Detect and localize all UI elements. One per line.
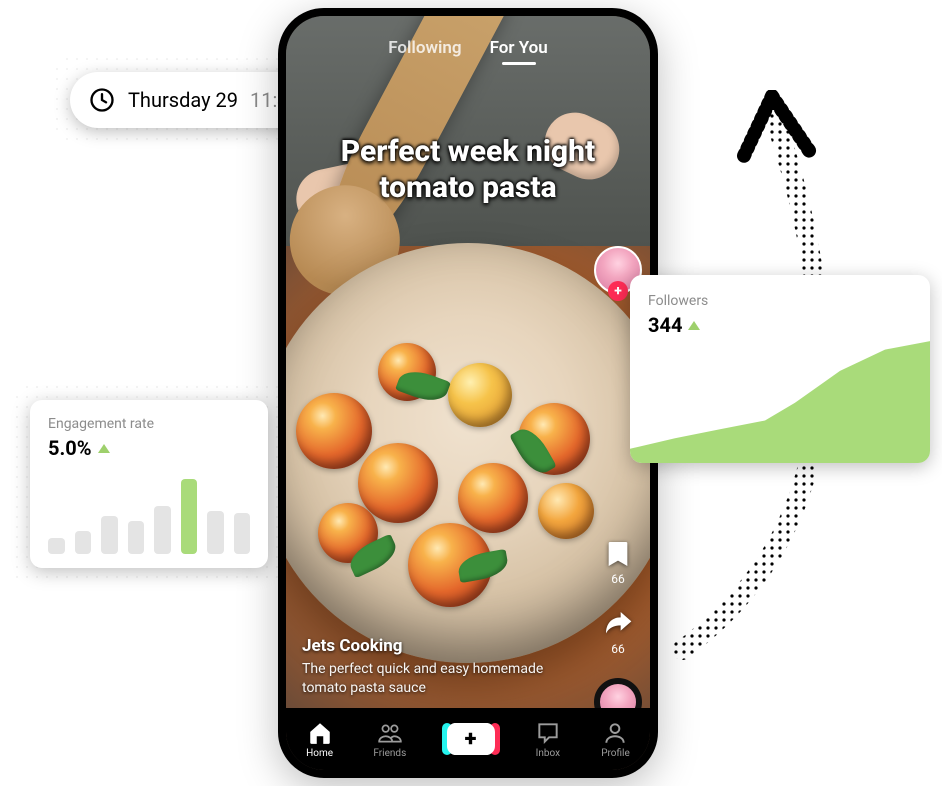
nav-create[interactable]: +: [447, 723, 495, 755]
share-button[interactable]: 66: [602, 608, 634, 656]
nav-friends[interactable]: Friends: [373, 720, 406, 759]
followers-value: 344: [648, 313, 682, 337]
feed-tabs: Following For You: [286, 38, 650, 65]
clock-icon: [88, 86, 116, 114]
engagement-bar-chart: [48, 472, 250, 554]
phone-mockup: Following For You Perfect week night tom…: [278, 8, 658, 778]
followers-area-chart: [630, 339, 930, 463]
plus-icon: +: [447, 723, 495, 755]
caption-description: The perfect quick and easy homemade toma…: [302, 660, 562, 698]
trend-up-icon: [98, 444, 110, 453]
share-count: 66: [611, 642, 625, 656]
tab-for-you[interactable]: For You: [490, 38, 548, 65]
followers-card: Followers 344: [630, 275, 930, 463]
nav-profile[interactable]: Profile: [601, 720, 630, 759]
profile-icon: [602, 720, 628, 746]
schedule-day: Thursday 29: [128, 88, 238, 112]
nav-friends-label: Friends: [373, 748, 406, 759]
video-caption: Jets Cooking The perfect quick and easy …: [302, 636, 562, 698]
tab-following[interactable]: Following: [388, 38, 461, 65]
friends-icon: [377, 720, 403, 746]
bookmark-count: 66: [611, 572, 625, 586]
home-icon: [307, 720, 333, 746]
trend-up-icon: [688, 321, 700, 330]
engagement-label: Engagement rate: [48, 416, 250, 432]
followers-label: Followers: [648, 293, 912, 309]
nav-home[interactable]: Home: [306, 720, 333, 759]
engagement-value: 5.0%: [48, 436, 92, 460]
video-title-overlay: Perfect week night tomato pasta: [318, 134, 618, 206]
caption-username[interactable]: Jets Cooking: [302, 636, 562, 656]
bookmark-button[interactable]: 66: [602, 538, 634, 586]
share-icon: [602, 608, 634, 640]
nav-inbox[interactable]: Inbox: [535, 720, 561, 759]
inbox-icon: [535, 720, 561, 746]
nav-profile-label: Profile: [601, 748, 630, 759]
follow-plus-icon[interactable]: +: [608, 281, 628, 301]
engagement-card: Engagement rate 5.0%: [30, 400, 268, 568]
bottom-nav: Home Friends + Inbox Profile: [286, 708, 650, 770]
nav-inbox-label: Inbox: [536, 748, 560, 759]
video-feed[interactable]: Following For You Perfect week night tom…: [286, 16, 650, 770]
bookmark-icon: [602, 538, 634, 570]
nav-home-label: Home: [306, 748, 333, 759]
